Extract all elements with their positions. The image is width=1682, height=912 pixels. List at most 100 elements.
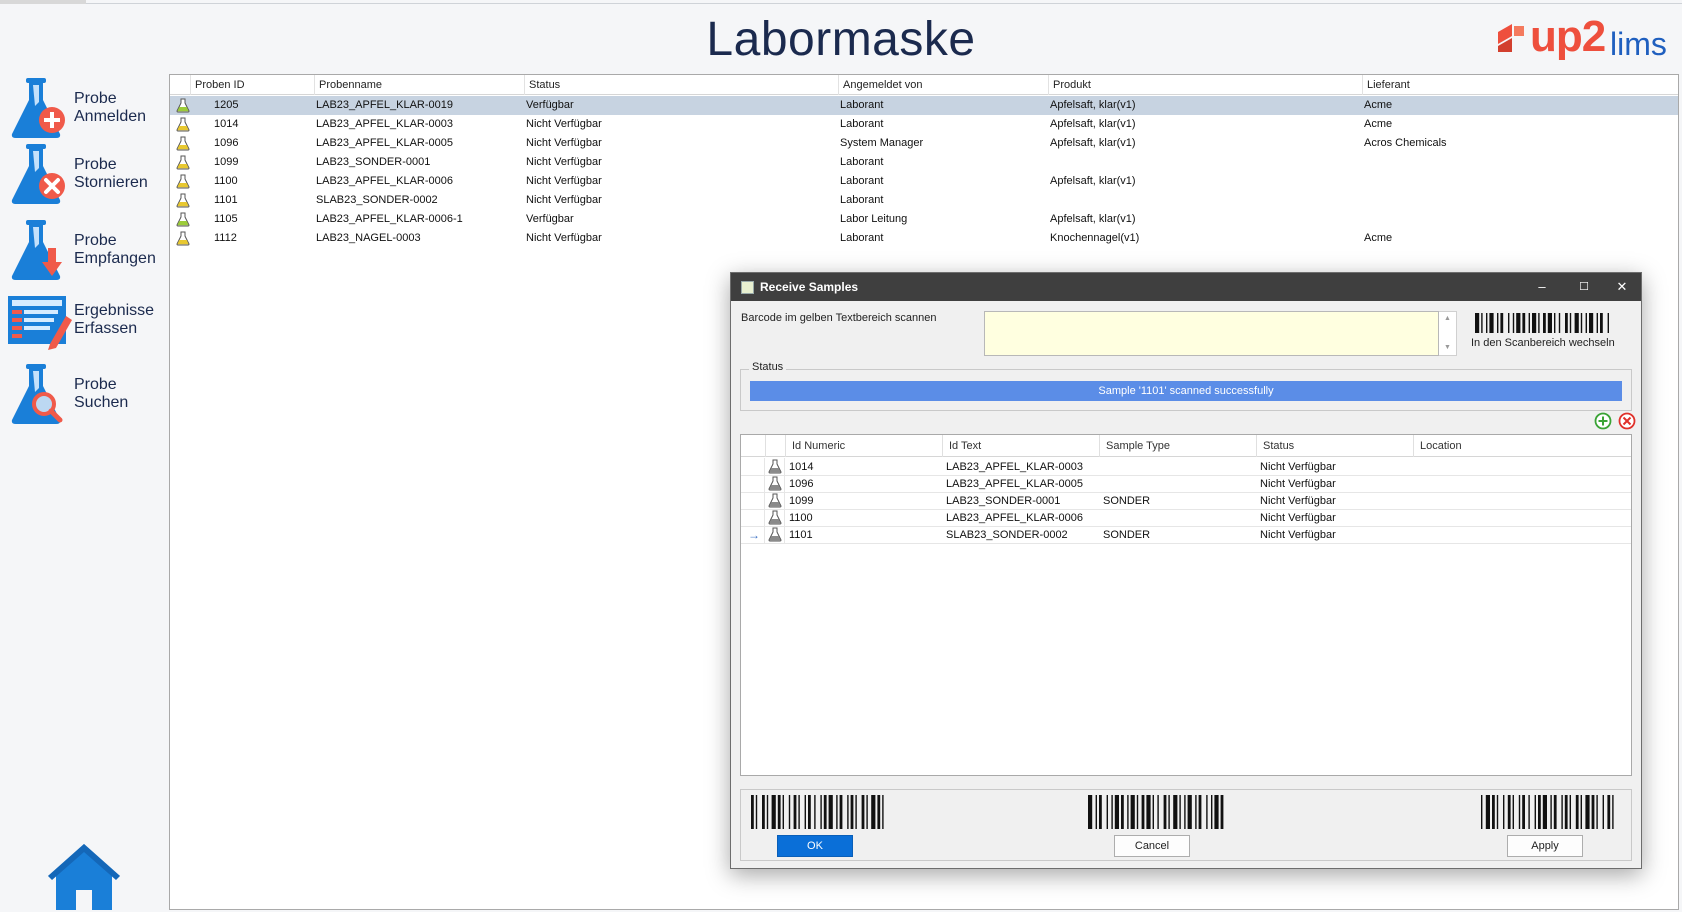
col-header-lieferant[interactable]: Lieferant [1362,75,1678,95]
cell-by: Laborant [840,118,884,130]
flask-status-icon [176,136,190,151]
barcode-scan-input[interactable] [984,311,1439,356]
list-item[interactable]: 1096 LAB23_APFEL_KLAR-0005 Nicht Verfügbar [741,475,1631,493]
status-group: Status Sample '1101' scanned successfull… [740,361,1632,411]
cell-type: SONDER [1103,495,1151,507]
logo-mark-icon [1498,24,1524,52]
nav-probe-empfangen[interactable]: Probe Empfangen [4,218,166,288]
minimize-button[interactable]: – [1521,273,1563,301]
col-header-proben-id[interactable]: Proben ID [190,75,314,95]
cell-product: Apfelsaft, klar(v1) [1050,118,1136,130]
cell-status: Nicht Verfügbar [526,194,602,206]
nav-ergebnisse-erfassen[interactable]: Ergebnisse Erfassen [4,288,166,358]
row-indicator[interactable] [741,509,765,527]
cell-status: Nicht Verfügbar [1260,512,1336,524]
switch-label: In den Scanbereich wechseln [1471,337,1615,349]
col-header-status[interactable]: Status [1256,435,1413,457]
cancel-button[interactable]: Cancel [1114,835,1190,857]
flask-icon [768,459,782,474]
cell-supplier: Acme [1364,118,1393,130]
switch-to-scan-area-button[interactable]: In den Scanbereich wechseln [1471,313,1621,359]
scan-scrollbar[interactable]: ▲ ▼ [1439,311,1457,356]
barcode-cancel-icon [1088,795,1224,829]
sidebar: Probe Anmelden Probe Stornieren Probe Empfa… [0,70,168,912]
scroll-down-icon[interactable]: ▼ [1444,344,1451,351]
cell-by: Laborant [840,175,884,187]
row-indicator[interactable]: → [741,526,765,544]
cell-text: LAB23_APFEL_KLAR-0005 [946,478,1083,490]
nav-probe-stornieren[interactable]: Probe Stornieren [4,142,166,212]
dialog-titlebar[interactable]: Receive Samples – ☐ ✕ [731,273,1641,301]
cell-id: 1101 [214,194,238,206]
cell-product: Apfelsaft, klar(v1) [1050,213,1136,225]
list-item[interactable]: 1014 LAB23_APFEL_KLAR-0003 Nicht Verfügbar [741,458,1631,476]
table-row[interactable]: 1096 LAB23_APFEL_KLAR-0005 Nicht Verfügbar… [170,134,1678,153]
cell-status: Nicht Verfügbar [526,175,602,187]
list-item[interactable]: → 1101 SLAB23_SONDER-0002 SONDER Nicht Verfü… [741,526,1631,544]
logo-text-up2: up2 [1530,12,1606,61]
apply-button[interactable]: Apply [1507,835,1583,857]
flask-icon [768,510,782,525]
flask-status-icon [176,231,190,246]
list-item[interactable]: 1099 LAB23_SONDER-0001 SONDER Nicht Verfügb… [741,492,1631,510]
table-row[interactable]: 1100 LAB23_APFEL_KLAR-0006 Nicht Verfügbar… [170,172,1678,191]
app-window: Labormaske up2 lims Probe Anmelden Probe… [0,0,1682,912]
table-row[interactable]: 1014 LAB23_APFEL_KLAR-0003 Nicht Verfügbar… [170,115,1678,134]
maximize-button[interactable]: ☐ [1563,273,1605,301]
cell-name: LAB23_APFEL_KLAR-0003 [316,118,453,130]
cancel-group: Cancel [1088,795,1228,857]
page-title: Labormaske [706,13,976,66]
col-header-angemeldet-von[interactable]: Angemeldet von [838,75,1048,95]
list-item[interactable]: 1100 LAB23_APFEL_KLAR-0006 Nicht Verfügbar [741,509,1631,527]
table-row[interactable]: 1105 LAB23_APFEL_KLAR-0006-1 Verfügbar Labo… [170,210,1678,229]
cell-by: Laborant [840,156,884,168]
nav-probe-suchen[interactable]: Probe Suchen [4,362,166,432]
row-indicator[interactable] [741,492,765,510]
scroll-up-icon[interactable]: ▲ [1444,315,1451,322]
cell-text: LAB23_APFEL_KLAR-0006 [946,512,1083,524]
cell-id: 1105 [214,213,238,225]
remove-row-icon[interactable] [1618,412,1636,430]
add-row-icon[interactable] [1594,412,1612,430]
ok-button[interactable]: OK [777,835,853,857]
nav-label: Probe Suchen [74,376,129,411]
cell-status: Nicht Verfügbar [526,232,602,244]
home-icon[interactable] [46,840,122,912]
cell-name: LAB23_APFEL_KLAR-0006 [316,175,453,187]
close-button[interactable]: ✕ [1601,273,1643,301]
col-header-sample-type[interactable]: Sample Type [1099,435,1256,457]
col-header-id-numeric[interactable]: Id Numeric [785,435,942,457]
row-indicator[interactable] [741,475,765,493]
table-row[interactable]: 1099 LAB23_SONDER-0001 Nicht Verfügbar Labo… [170,153,1678,172]
col-header-location[interactable]: Location [1413,435,1631,457]
flask-status-icon [176,193,190,208]
col-header-status[interactable]: Status [524,75,838,95]
cell-name: LAB23_APFEL_KLAR-0006-1 [316,213,463,225]
cell-status: Nicht Verfügbar [1260,529,1336,541]
table-row[interactable]: 1101 SLAB23_SONDER-0002 Nicht Verfügbar Lab… [170,191,1678,210]
cell-by: Labor Leitung [840,213,908,225]
received-samples-grid[interactable]: Id Numeric Id Text Sample Type Status Lo… [740,434,1632,776]
table-row[interactable]: 1205 LAB23_APFEL_KLAR-0019 Verfügbar Labora… [170,96,1678,115]
row-indicator[interactable] [741,458,765,476]
col-header-probenname[interactable]: Probenname [314,75,524,95]
nav-probe-anmelden[interactable]: Probe Anmelden [4,76,166,146]
cell-text: LAB23_APFEL_KLAR-0003 [946,461,1083,473]
cell-name: SLAB23_SONDER-0002 [316,194,438,206]
cell-status: Nicht Verfügbar [526,118,602,130]
cell-name: LAB23_NAGEL-0003 [316,232,421,244]
cell-by: System Manager [840,137,924,149]
flask-icon [768,476,782,491]
col-header-id-text[interactable]: Id Text [942,435,1099,457]
row-indicator-header [741,435,765,457]
cell-name: LAB23_APFEL_KLAR-0019 [316,99,453,111]
cell-product: Apfelsaft, klar(v1) [1050,137,1136,149]
flask-status-icon [176,212,190,227]
cell-status: Nicht Verfügbar [526,156,602,168]
table-row[interactable]: 1112 LAB23_NAGEL-0003 Nicht Verfügbar Labor… [170,229,1678,248]
form-edit-icon [8,296,72,350]
col-header-produkt[interactable]: Produkt [1048,75,1362,95]
flask-icon [768,527,782,542]
nav-label: Probe Anmelden [74,90,147,125]
cell-by: Laborant [840,194,884,206]
